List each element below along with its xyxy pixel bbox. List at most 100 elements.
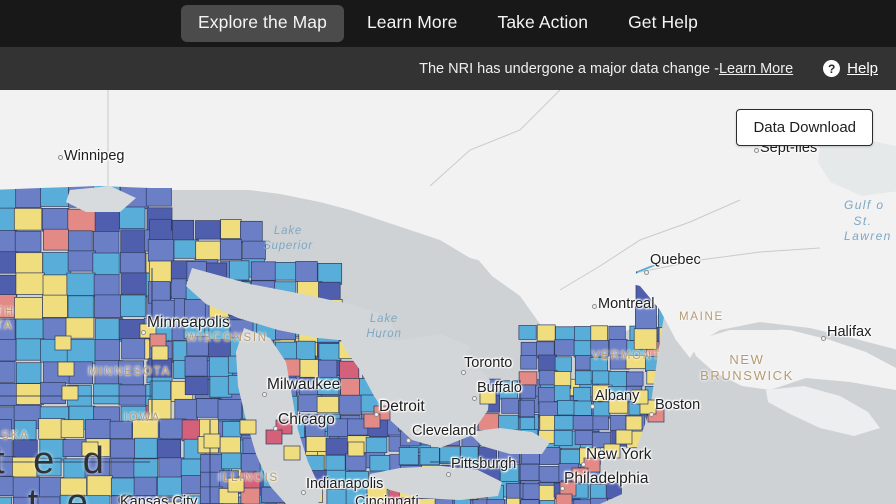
- county-polygon[interactable]: [120, 294, 146, 318]
- county-polygon[interactable]: [498, 380, 518, 400]
- county-polygon-highlight[interactable]: [363, 413, 381, 429]
- county-polygon[interactable]: [518, 463, 540, 481]
- county-polygon[interactable]: [486, 499, 505, 504]
- county-polygon[interactable]: [219, 436, 241, 454]
- county-polygon[interactable]: [0, 361, 16, 383]
- county-polygon[interactable]: [43, 228, 69, 251]
- county-polygon-highlight[interactable]: [57, 361, 75, 377]
- county-polygon[interactable]: [220, 219, 242, 239]
- county-polygon[interactable]: [120, 272, 149, 295]
- county-polygon[interactable]: [472, 499, 488, 504]
- county-polygon[interactable]: [295, 261, 318, 282]
- county-polygon-highlight[interactable]: [603, 443, 621, 459]
- county-polygon[interactable]: [151, 299, 176, 321]
- county-polygon[interactable]: [250, 261, 276, 281]
- nav-item-learn-more[interactable]: Learn More: [350, 5, 475, 42]
- county-polygon[interactable]: [60, 419, 85, 439]
- county-polygon[interactable]: [67, 208, 96, 232]
- county-polygon[interactable]: [219, 238, 242, 261]
- county-polygon-highlight[interactable]: [81, 441, 99, 457]
- county-polygon-highlight[interactable]: [239, 419, 257, 435]
- county-polygon[interactable]: [518, 325, 537, 340]
- county-polygon[interactable]: [174, 398, 198, 421]
- county-polygon[interactable]: [345, 471, 369, 489]
- county-polygon[interactable]: [573, 340, 592, 358]
- county-polygon[interactable]: [12, 476, 40, 499]
- county-polygon[interactable]: [0, 419, 12, 438]
- county-polygon[interactable]: [339, 394, 363, 415]
- county-polygon[interactable]: [536, 324, 556, 342]
- county-polygon[interactable]: [434, 498, 454, 504]
- county-polygon[interactable]: [0, 294, 17, 319]
- county-polygon[interactable]: [554, 356, 572, 373]
- county-polygon[interactable]: [229, 260, 250, 281]
- county-polygon[interactable]: [66, 272, 96, 296]
- county-polygon[interactable]: [574, 430, 594, 445]
- county-polygon[interactable]: [635, 305, 657, 330]
- county-polygon[interactable]: [573, 400, 592, 416]
- county-polygon[interactable]: [59, 494, 85, 504]
- county-polygon[interactable]: [499, 464, 522, 484]
- county-polygon[interactable]: [554, 339, 575, 356]
- county-polygon[interactable]: [519, 384, 536, 399]
- county-polygon-highlight[interactable]: [227, 477, 245, 493]
- county-polygon[interactable]: [94, 294, 123, 319]
- county-polygon[interactable]: [41, 208, 70, 232]
- question-mark-icon[interactable]: ?: [823, 60, 841, 77]
- county-polygon[interactable]: [158, 457, 184, 479]
- county-polygon-highlight[interactable]: [151, 345, 169, 361]
- county-polygon[interactable]: [92, 252, 120, 276]
- county-polygon[interactable]: [93, 274, 120, 298]
- county-polygon[interactable]: [538, 401, 560, 418]
- county-polygon[interactable]: [608, 386, 629, 402]
- county-polygon-highlight[interactable]: [54, 335, 72, 351]
- county-polygon[interactable]: [110, 477, 137, 496]
- county-polygon[interactable]: [242, 240, 266, 260]
- county-polygon[interactable]: [538, 484, 556, 502]
- county-polygon[interactable]: [145, 185, 172, 207]
- county-polygon[interactable]: [13, 207, 43, 231]
- county-polygon[interactable]: [148, 260, 175, 283]
- county-polygon[interactable]: [326, 418, 351, 437]
- notice-learn-more-link[interactable]: Learn More: [719, 61, 793, 77]
- county-polygon[interactable]: [184, 376, 209, 396]
- county-polygon[interactable]: [574, 355, 593, 371]
- county-polygon[interactable]: [0, 230, 17, 254]
- county-polygon[interactable]: [84, 457, 111, 479]
- county-polygon[interactable]: [222, 421, 242, 438]
- help-link[interactable]: Help: [847, 60, 878, 77]
- county-polygon[interactable]: [274, 262, 297, 281]
- county-polygon[interactable]: [36, 457, 62, 477]
- county-polygon[interactable]: [14, 297, 43, 322]
- county-polygon[interactable]: [119, 206, 146, 230]
- county-polygon[interactable]: [60, 477, 87, 499]
- county-polygon[interactable]: [14, 230, 42, 253]
- county-polygon[interactable]: [318, 343, 342, 361]
- county-polygon[interactable]: [83, 495, 111, 504]
- county-polygon[interactable]: [0, 186, 17, 210]
- county-polygon[interactable]: [365, 436, 388, 453]
- county-polygon-highlight[interactable]: [615, 429, 633, 445]
- county-polygon[interactable]: [12, 456, 38, 479]
- county-polygon[interactable]: [184, 299, 206, 320]
- county-polygon[interactable]: [0, 339, 17, 362]
- county-polygon[interactable]: [110, 438, 136, 459]
- county-polygon[interactable]: [317, 359, 338, 379]
- county-polygon[interactable]: [318, 281, 341, 301]
- county-polygon[interactable]: [0, 496, 13, 504]
- county-polygon[interactable]: [195, 220, 221, 240]
- county-polygon[interactable]: [121, 338, 147, 360]
- county-polygon[interactable]: [506, 497, 522, 504]
- county-polygon[interactable]: [42, 252, 72, 276]
- county-polygon[interactable]: [574, 370, 592, 385]
- county-polygon[interactable]: [439, 446, 461, 465]
- county-polygon[interactable]: [67, 295, 94, 320]
- county-polygon[interactable]: [572, 415, 594, 431]
- county-polygon[interactable]: [626, 371, 644, 387]
- county-polygon[interactable]: [14, 420, 37, 440]
- county-polygon-highlight[interactable]: [631, 389, 649, 405]
- county-polygon[interactable]: [0, 318, 16, 341]
- county-polygon[interactable]: [157, 476, 183, 497]
- county-polygon[interactable]: [589, 357, 608, 372]
- county-polygon-highlight[interactable]: [347, 441, 365, 457]
